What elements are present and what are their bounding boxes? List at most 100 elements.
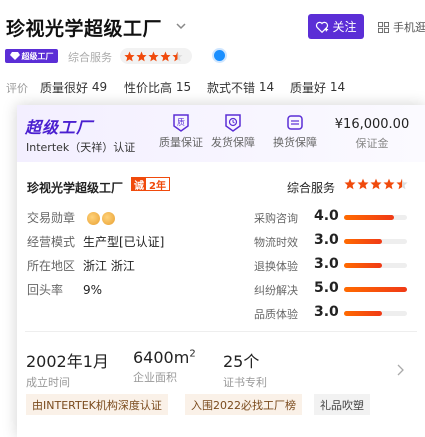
service-stars [120,48,192,64]
info-value: 9% [83,283,103,297]
category-tag[interactable]: 礼品吹塑 [314,394,370,415]
years-badge: 诚 2年 [131,177,170,192]
diamond-icon [9,52,20,60]
stat-label: 成立时间 [26,376,70,389]
info-key: 经营模式 [27,235,76,249]
years-text: 2年 [149,180,166,192]
svg-text:质: 质 [177,117,185,127]
guarantee-quality[interactable]: 质 质量保证 [153,114,209,150]
guarantee-label: 质量保证 [159,136,203,149]
metric-row: 退换体验 3.0 [254,256,422,274]
ww-chat-icon[interactable] [212,48,227,63]
trade-medals [86,212,115,225]
metric-label: 采购咨询 [254,212,298,225]
trust-icon: 诚 [132,178,146,192]
guarantee-exchange[interactable]: 换货保障 [267,114,323,150]
exchange-guarantee-icon [287,115,303,130]
metric-label: 纠纷解决 [254,284,298,297]
review-chip[interactable]: 质量好 14 [290,78,345,96]
certification-text: Intertek（天祥）认证 [26,141,136,154]
metric-score: 5.0 [314,280,339,296]
metric-bar [344,215,407,220]
mobile-shop-link[interactable]: 手机逛 [378,19,425,35]
follow-button[interactable]: 关注 [308,14,364,39]
metric-fill [344,239,382,244]
review-chip[interactable]: 性价比高 15 [124,78,191,96]
composite-service-label: 综合服务 [287,181,336,195]
mobile-label: 手机逛 [393,21,425,34]
chevron-right-icon[interactable] [395,363,405,377]
info-key: 回头率 [27,283,64,297]
metric-label: 退换体验 [254,260,298,273]
star-icon [396,178,408,190]
metric-label: 物流时效 [254,236,298,249]
metric-bar [344,239,407,244]
chip-count: 49 [91,80,108,94]
factory-info-popup: 超级工厂 Intertek（天祥）认证 质 质量保证 发货保障 换货保障 ¥16… [17,105,425,437]
info-value: 浙江 浙江 [83,259,135,273]
info-row: 所在地区 浙江 浙江 [27,257,135,274]
star-icon [148,51,159,61]
star-icon [383,178,395,190]
metric-bar [344,287,407,292]
shipping-guarantee-icon [225,114,241,132]
store-header: 珍视光学超级工厂 关注 手机逛 [0,0,425,50]
metric-fill [344,311,382,316]
medals-key: 交易勋章 [27,211,76,225]
review-chip[interactable]: 质量很好 49 [40,78,107,96]
deposit-label: 保证金 [355,137,389,150]
star-icon [136,51,147,61]
follow-label: 关注 [332,20,357,34]
guarantee-shipping[interactable]: 发货保障 [205,114,261,150]
metric-bar [344,311,407,316]
divider [25,331,417,332]
super-factory-badge[interactable]: 超级工厂 [5,49,58,63]
star-icon [124,51,135,61]
star-icon [370,178,382,190]
badge-row: 超级工厂 综合服务 [0,47,425,67]
metric-row: 物流时效 3.0 [254,232,422,250]
stat-established: 2002年1月 成立时间 [26,348,109,390]
metric-score: 4.0 [314,208,339,224]
metric-row: 纠纷解决 5.0 [254,280,422,298]
metric-score: 3.0 [314,304,339,320]
quality-guarantee-icon: 质 [173,114,189,132]
area-unit-sup: 2 [189,348,196,360]
star-icon [344,178,356,190]
review-chip[interactable]: 款式不错 14 [207,78,274,96]
stat-label: 企业面积 [133,371,177,384]
info-value: 生产型[已认证] [83,235,165,249]
honor-tag[interactable]: 由INTERTEK机构深度认证 [26,394,168,415]
composite-stars [344,178,408,190]
deposit-block: ¥16,000.00 保证金 [327,117,417,151]
metric-row: 采购咨询 4.0 [254,208,422,226]
super-factory-logo: 超级工厂 [25,118,94,137]
company-name[interactable]: 珍视光学超级工厂 [6,14,162,41]
review-tags: 评价 质量很好 49 性价比高 15 款式不错 14 质量好 14 [0,78,425,98]
chevron-down-icon[interactable] [176,21,186,31]
chip-label: 款式不错 [207,80,256,95]
popup-header: 超级工厂 Intertek（天祥）认证 质 质量保证 发货保障 换货保障 ¥16… [17,105,425,162]
chip-count: 14 [258,80,275,94]
honor-tag[interactable]: 入围2022必找工厂榜 [185,394,302,415]
review-label: 评价 [6,82,28,95]
chip-count: 15 [175,80,192,94]
info-company-name: 珍视光学超级工厂 [27,181,124,195]
stat-label: 证书专利 [223,376,267,389]
info-key: 所在地区 [27,259,76,273]
service-label: 综合服务 [68,51,112,64]
chip-label: 质量好 [290,80,327,95]
metric-fill [344,263,382,268]
chip-label: 性价比高 [124,80,173,95]
info-row: 经营模式 生产型[已认证] [27,233,164,250]
guarantee-label: 换货保障 [273,136,317,149]
metric-score: 3.0 [314,256,339,272]
metric-fill [344,287,407,292]
stat-certificates: 25个 证书专利 [223,348,267,390]
metric-bar [344,263,407,268]
info-row: 回头率 9% [27,281,102,298]
medal-icon [101,212,115,225]
metric-label: 品质体验 [254,308,298,321]
super-factory-label: 超级工厂 [21,51,54,61]
heart-plus-icon [316,21,329,33]
